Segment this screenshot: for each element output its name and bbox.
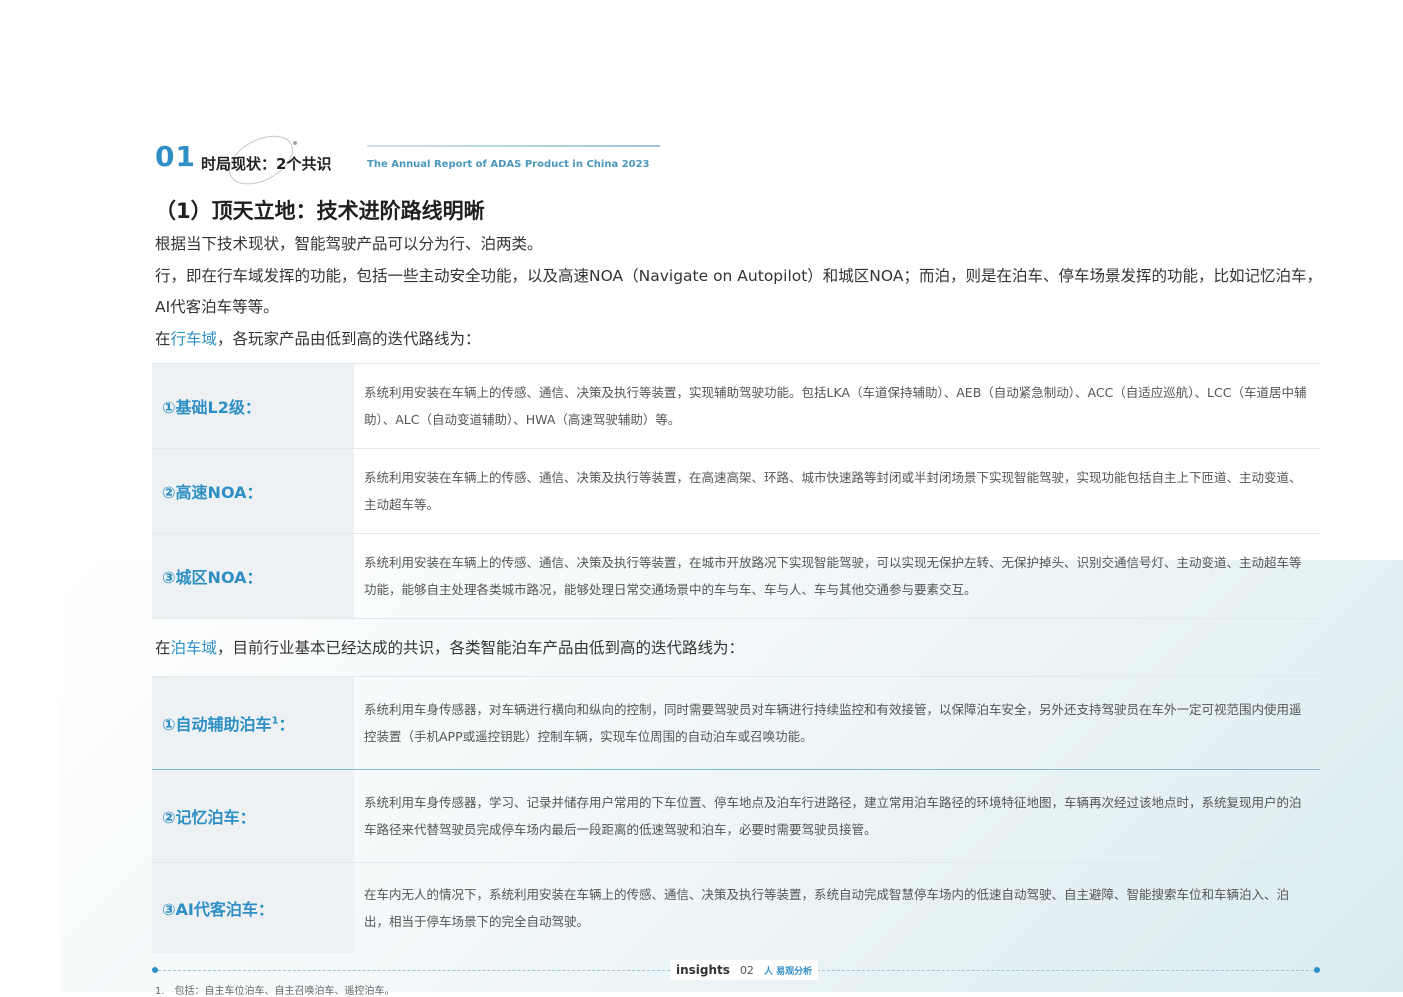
driving-domain-highlight: 行车域 [170, 330, 218, 348]
brand-logo: 人 易观分析 [763, 966, 813, 977]
row-description: 系统利用车身传感器，学习、记录并储存用户常用的下车位置、停车地点及泊车行进路径，… [364, 795, 1302, 837]
table-row: ②记忆泊车： 系统利用车身传感器，学习、记录并储存用户常用的下车位置、停车地点及… [152, 770, 1320, 863]
row-label: ②高速NOA： [162, 483, 263, 502]
table-row: ①自动辅助泊车1： 系统利用车身传感器，对车辆进行横向和纵向的控制，同时需要驾驶… [152, 677, 1320, 770]
section-divider [367, 145, 660, 147]
insights-logo: insights [676, 963, 730, 977]
row-label: ③AI代客泊车： [162, 896, 274, 920]
row-label-cell: ①基础L2级： [152, 364, 354, 448]
text-segment: 在 [155, 639, 171, 657]
paragraph-parking-intro: 在泊车域，目前行业基本已经达成的共识，各类智能泊车产品由低到高的迭代路线为： [155, 633, 1325, 664]
paragraph-driving-intro: 在行车域，各玩家产品由低到高的迭代路线为： [155, 324, 1325, 355]
row-label-text: ②记忆泊车 [162, 808, 240, 827]
table-row: ③AI代客泊车： 在车内无人的情况下，系统利用安装在车辆上的传感、通信、决策及执… [152, 863, 1320, 953]
row-label: ③城区NOA： [162, 568, 263, 587]
driving-levels-table: ①基础L2级： 系统利用安装在车辆上的传感、通信、决策及执行等装置，实现辅助驾驶… [152, 363, 1320, 619]
footer-dot-icon [152, 967, 158, 973]
table-row: ③城区NOA： 系统利用安装在车辆上的传感、通信、决策及执行等装置，在城市开放路… [152, 534, 1320, 619]
row-label-cell: ③AI代客泊车： [152, 863, 354, 953]
row-description: 系统利用安装在车辆上的传感、通信、决策及执行等装置，在城市开放路况下实现智能驾驶… [364, 555, 1302, 597]
row-label-cell: ②高速NOA： [152, 449, 354, 533]
parking-domain-highlight: 泊车域 [170, 639, 218, 657]
footer-dot-icon [1314, 967, 1320, 973]
paragraph-intro: 根据当下技术现状，智能驾驶产品可以分为行、泊两类。 [155, 235, 543, 253]
section-header: 01 时局现状：2个共识 The Annual Report of ADAS P… [155, 135, 660, 185]
footnote: 1. 包括：自主车位泊车、自主召唤泊车、遥控泊车。 [155, 986, 395, 997]
page-number: 02 [739, 963, 754, 977]
row-label-text: ①自动辅助泊车 [162, 715, 272, 734]
footer-center: insights 02 人 易观分析 [670, 960, 819, 980]
row-description: 系统利用安装在车辆上的传感、通信、决策及执行等装置，在高速高架、环路、城市快速路… [364, 470, 1302, 512]
section-number: 01 [155, 140, 196, 173]
section-subtitle: The Annual Report of ADAS Product in Chi… [367, 159, 650, 170]
row-label: ①自动辅助泊车1： [162, 711, 295, 735]
section-title: 时局现状：2个共识 [201, 155, 332, 173]
table-row: ②高速NOA： 系统利用安装在车辆上的传感、通信、决策及执行等装置，在高速高架、… [152, 449, 1320, 534]
text-segment: 在 [155, 330, 171, 348]
footnote-marker: 1 [271, 715, 279, 727]
text-segment: ，目前行业基本已经达成的共识，各类智能泊车产品由低到高的迭代路线为： [217, 639, 745, 657]
row-label-colon: ： [278, 715, 295, 734]
page-subheading: （1）顶天立地：技术进阶路线明晰 [155, 199, 485, 223]
row-label-cell: ②记忆泊车： [152, 770, 354, 862]
table-row: ①基础L2级： 系统利用安装在车辆上的传感、通信、决策及执行等装置，实现辅助驾驶… [152, 364, 1320, 449]
row-description: 系统利用车身传感器，对车辆进行横向和纵向的控制，同时需要驾驶员对车辆进行持续监控… [364, 702, 1302, 744]
row-label-colon: ： [257, 900, 274, 919]
row-label-cell: ①自动辅助泊车1： [152, 677, 354, 769]
row-label: ②记忆泊车： [162, 804, 256, 828]
row-label-text: ③AI代客泊车 [162, 900, 258, 919]
page-footer: insights 02 人 易观分析 [152, 960, 1320, 980]
parking-levels-table: ①自动辅助泊车1： 系统利用车身传感器，对车辆进行横向和纵向的控制，同时需要驾驶… [152, 676, 1320, 953]
text-segment: ，各玩家产品由低到高的迭代路线为： [217, 330, 481, 348]
row-description: 系统利用安装在车辆上的传感、通信、决策及执行等装置，实现辅助驾驶功能。包括LKA… [364, 385, 1307, 427]
paragraph-definition: 行，即在行车域发挥的功能，包括一些主动安全功能，以及高速NOA（Navigate… [155, 267, 1322, 316]
row-label-colon: ： [239, 808, 256, 827]
row-description: 在车内无人的情况下，系统利用安装在车辆上的传感、通信、决策及执行等装置，系统自动… [364, 887, 1290, 929]
row-label: ①基础L2级： [162, 398, 261, 417]
row-label-cell: ③城区NOA： [152, 534, 354, 618]
